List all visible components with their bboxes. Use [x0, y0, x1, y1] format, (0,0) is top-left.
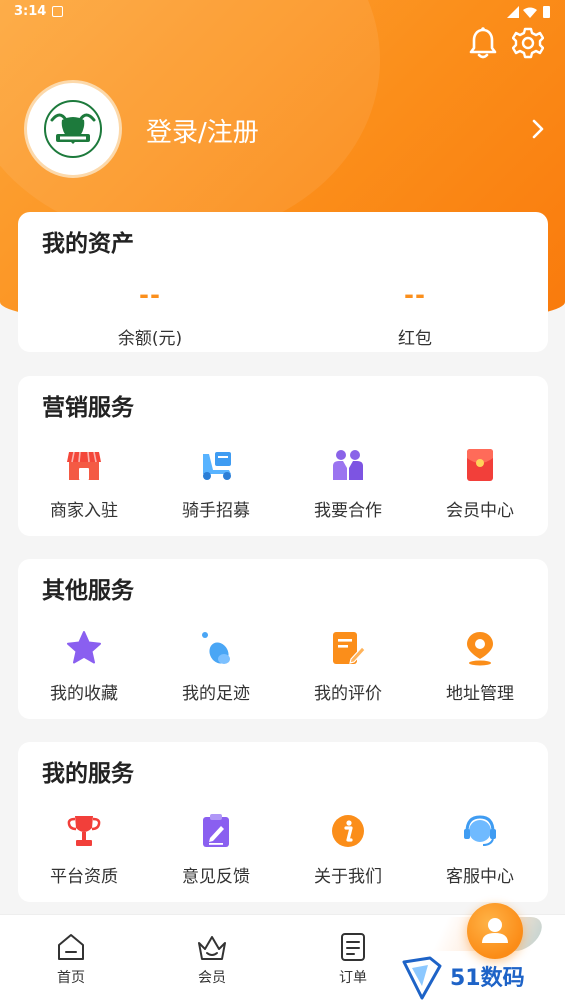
assets-card: 我的资产 -- 余额(元) -- 红包	[18, 212, 548, 352]
store-icon	[67, 451, 101, 480]
nav-order[interactable]: 订单	[308, 931, 398, 987]
balance-label: 余额(元)	[117, 329, 183, 349]
headset-icon	[464, 815, 496, 846]
location-pin-icon	[467, 632, 493, 666]
login-register-link[interactable]: 登录/注册	[146, 112, 259, 149]
service-label: 我的收藏	[50, 684, 118, 704]
review-edit-icon	[333, 632, 366, 664]
service-reviews[interactable]: 我的评价	[282, 629, 414, 709]
service-member-center[interactable]: 会员中心	[414, 446, 546, 526]
gear-icon[interactable]	[512, 26, 544, 60]
user-icon	[482, 918, 508, 943]
home-icon	[58, 934, 84, 960]
watermark-text: 51数码	[450, 966, 525, 991]
nav-home[interactable]: 首页	[26, 931, 116, 987]
service-label: 会员中心	[446, 501, 514, 521]
avatar[interactable]	[24, 80, 122, 178]
partners-icon	[333, 450, 363, 480]
marketing-services-card: 营销服务 商家入驻 骑手招募 我要合作 会员中心	[18, 376, 548, 536]
footprint-icon	[202, 632, 230, 664]
brand-logo-icon	[44, 100, 102, 158]
red-envelope-icon	[467, 449, 493, 481]
redpacket-block[interactable]: -- 红包	[315, 278, 515, 349]
watermark: 51数码	[400, 956, 550, 1000]
status-time: 3:14	[14, 4, 47, 19]
service-label: 平台资质	[50, 867, 118, 887]
service-label: 我的评价	[314, 684, 382, 704]
service-label: 商家入驻	[50, 501, 118, 521]
other-services-card: 其他服务 我的收藏 我的足迹 我的评价 地址管理	[18, 559, 548, 719]
service-rider-recruit[interactable]: 骑手招募	[150, 446, 282, 526]
service-footprints[interactable]: 我的足迹	[150, 629, 282, 709]
service-label: 骑手招募	[182, 501, 250, 521]
float-profile-button[interactable]	[467, 903, 523, 959]
watermark-shield-icon	[402, 956, 442, 1000]
service-about-us[interactable]: 关于我们	[282, 812, 414, 892]
service-label: 客服中心	[446, 867, 514, 887]
balance-block[interactable]: -- 余额(元)	[50, 278, 250, 349]
chevron-right-icon[interactable]	[530, 118, 546, 140]
trophy-icon	[67, 816, 101, 846]
service-label: 我的足迹	[182, 684, 250, 704]
service-cooperation[interactable]: 我要合作	[282, 446, 414, 526]
bell-icon[interactable]	[467, 26, 499, 60]
mine-title: 我的服务	[42, 761, 134, 787]
assets-title: 我的资产	[42, 231, 134, 257]
nav-label: 首页	[57, 970, 85, 986]
service-label: 意见反馈	[182, 867, 250, 887]
service-address[interactable]: 地址管理	[414, 629, 546, 709]
order-list-icon	[341, 933, 365, 961]
feedback-clipboard-icon	[203, 814, 229, 847]
service-label: 地址管理	[446, 684, 514, 704]
status-indicators-icon	[507, 6, 550, 18]
balance-value: --	[139, 281, 161, 309]
marketing-title: 营销服务	[42, 395, 134, 421]
nav-label: 订单	[339, 970, 367, 986]
nav-label: 会员	[198, 970, 226, 986]
delivery-scooter-icon	[203, 452, 231, 480]
redpacket-value: --	[404, 281, 426, 309]
info-icon	[332, 815, 364, 847]
crown-basket-icon	[198, 936, 226, 960]
service-label: 关于我们	[314, 867, 382, 887]
nav-member[interactable]: 会员	[167, 931, 257, 987]
service-qualification[interactable]: 平台资质	[18, 812, 150, 892]
redpacket-label: 红包	[398, 329, 432, 349]
service-customer-center[interactable]: 客服中心	[414, 812, 546, 892]
other-title: 其他服务	[42, 578, 134, 604]
service-favorites[interactable]: 我的收藏	[18, 629, 150, 709]
status-bar: 3:14	[0, 0, 565, 24]
notification-app-icon	[52, 6, 63, 17]
star-icon	[67, 631, 101, 664]
service-feedback[interactable]: 意见反馈	[150, 812, 282, 892]
service-merchant-join[interactable]: 商家入驻	[18, 446, 150, 526]
my-services-card: 我的服务 平台资质 意见反馈 关于我们 客服中心	[18, 742, 548, 902]
service-label: 我要合作	[314, 501, 382, 521]
